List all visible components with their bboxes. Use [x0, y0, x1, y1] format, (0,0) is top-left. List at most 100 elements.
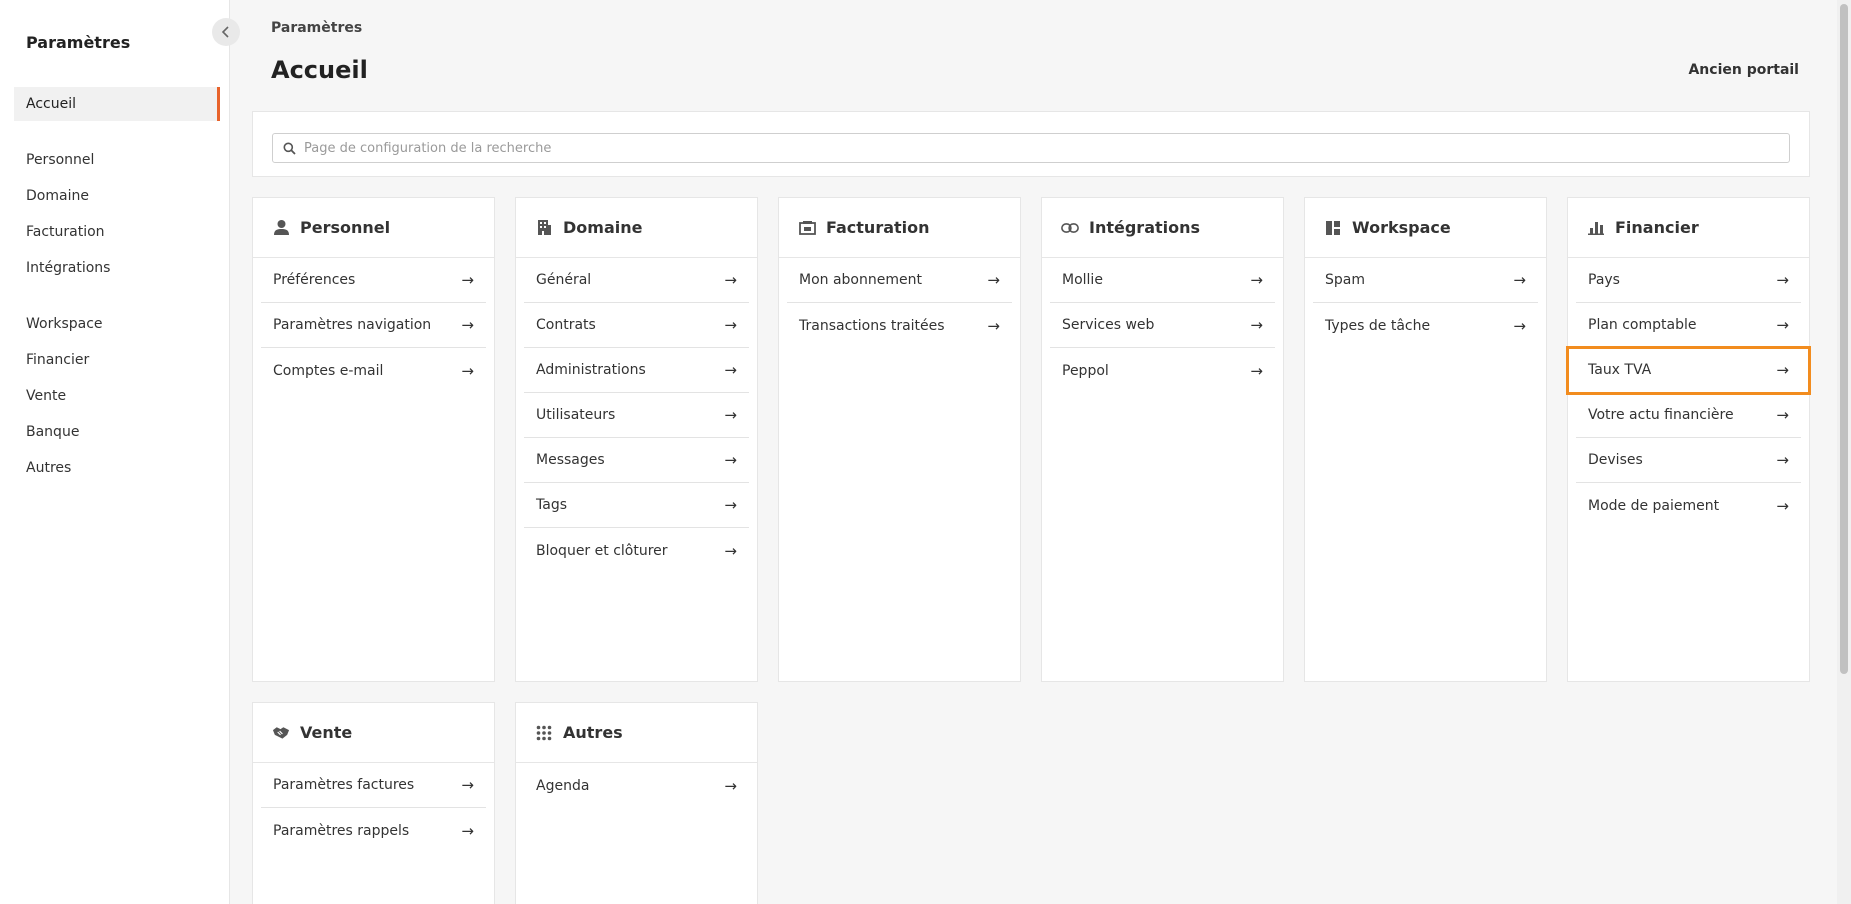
arrow-right-icon: → — [1250, 361, 1263, 380]
card-header: Vente — [253, 703, 494, 763]
list-item[interactable]: Devises → — [1576, 438, 1801, 483]
search-input[interactable] — [304, 140, 1754, 156]
list-item[interactable]: Mon abonnement → — [787, 258, 1012, 303]
card-title: Intégrations — [1089, 218, 1201, 237]
card-autres: Autres Agenda → — [515, 702, 758, 904]
card-header: Intégrations — [1042, 198, 1283, 258]
card-list: Paramètres factures → Paramètres rappels → — [253, 763, 494, 853]
list-item[interactable]: Plan comptable → — [1576, 303, 1801, 348]
handshake-icon — [272, 724, 290, 742]
sidebar-item-integrations[interactable]: Intégrations — [14, 251, 220, 285]
page-title: Accueil — [271, 56, 368, 84]
arrow-right-icon: → — [724, 316, 737, 334]
card-title: Vente — [300, 723, 353, 742]
list-item[interactable]: Services web → — [1050, 303, 1275, 348]
arrow-right-icon: → — [724, 496, 737, 514]
arrow-right-icon: → — [724, 541, 737, 560]
list-item-highlighted[interactable]: Taux TVA → — [1566, 346, 1811, 395]
bar-chart-icon — [1587, 219, 1605, 237]
sidebar-item-facturation[interactable]: Facturation — [14, 215, 220, 249]
list-item[interactable]: Administrations → — [524, 348, 749, 393]
arrow-right-icon: → — [461, 361, 474, 380]
card-list: Général → Contrats → Administrations → Util… — [516, 258, 757, 573]
card-facturation: Facturation Mon abonnement → Transactions… — [778, 197, 1021, 682]
list-item[interactable]: Pays → — [1576, 258, 1801, 303]
scrollbar-track[interactable] — [1837, 0, 1851, 904]
card-list: Pays → Plan comptable → Taux TVA → Votre ac… — [1566, 258, 1811, 528]
list-item[interactable]: Bloquer et clôturer → — [524, 528, 749, 573]
card-list: Spam → Types de tâche → — [1305, 258, 1546, 348]
list-item[interactable]: Mollie → — [1050, 258, 1275, 303]
search-panel — [252, 111, 1810, 177]
arrow-right-icon: → — [987, 316, 1000, 335]
list-item[interactable]: Paramètres factures → — [261, 763, 486, 808]
sidebar-item-accueil[interactable]: Accueil — [14, 87, 220, 121]
sidebar-item-autres[interactable]: Autres — [14, 451, 220, 485]
arrow-right-icon: → — [724, 451, 737, 469]
list-item[interactable]: Général → — [524, 258, 749, 303]
card-title: Domaine — [563, 218, 643, 237]
person-icon — [272, 219, 290, 237]
arrow-right-icon: → — [1513, 316, 1526, 335]
arrow-right-icon: → — [461, 316, 474, 334]
list-item[interactable]: Contrats → — [524, 303, 749, 348]
arrow-right-icon: → — [1250, 316, 1263, 334]
arrow-right-icon: → — [1776, 406, 1789, 424]
card-header: Autres — [516, 703, 757, 763]
arrow-right-icon: → — [1250, 271, 1263, 289]
sidebar-item-workspace[interactable]: Workspace — [14, 307, 220, 341]
card-title: Facturation — [826, 218, 930, 237]
arrow-right-icon: → — [724, 271, 737, 289]
workspace-icon — [1324, 219, 1342, 237]
arrow-right-icon: → — [1513, 271, 1526, 289]
sidebar-item-financier[interactable]: Financier — [14, 343, 220, 377]
arrow-right-icon: → — [1776, 451, 1789, 469]
list-item[interactable]: Messages → — [524, 438, 749, 483]
card-header: Domaine — [516, 198, 757, 258]
scrollbar-thumb[interactable] — [1840, 4, 1848, 674]
link-icon — [1061, 219, 1079, 237]
old-portal-link[interactable]: Ancien portail — [1688, 62, 1799, 78]
list-item[interactable]: Comptes e-mail → — [261, 348, 486, 393]
card-workspace: Workspace Spam → Types de tâche → — [1304, 197, 1547, 682]
sidebar-item-domaine[interactable]: Domaine — [14, 179, 220, 213]
sidebar-item-vente[interactable]: Vente — [14, 379, 220, 413]
card-list: Agenda → — [516, 763, 757, 808]
list-item[interactable]: Paramètres navigation → — [261, 303, 486, 348]
list-item[interactable]: Préférences → — [261, 258, 486, 303]
arrow-right-icon: → — [461, 776, 474, 794]
building-icon — [535, 219, 553, 237]
breadcrumb[interactable]: Paramètres — [271, 20, 362, 36]
sidebar-title: Paramètres — [26, 33, 131, 52]
card-title: Workspace — [1352, 218, 1451, 237]
card-list: Mon abonnement → Transactions traitées → — [779, 258, 1020, 348]
list-item[interactable]: Tags → — [524, 483, 749, 528]
list-item[interactable]: Paramètres rappels → — [261, 808, 486, 853]
search-icon — [283, 142, 296, 155]
card-vente: Vente Paramètres factures → Paramètres ra… — [252, 702, 495, 904]
list-item[interactable]: Agenda → — [524, 763, 749, 808]
arrow-right-icon: → — [724, 361, 737, 379]
arrow-right-icon: → — [724, 406, 737, 424]
sidebar: Paramètres Accueil Personnel Domaine Fac… — [0, 0, 230, 904]
arrow-right-icon: → — [1776, 361, 1789, 379]
list-item[interactable]: Votre actu financière → — [1576, 393, 1801, 438]
arrow-right-icon: → — [461, 271, 474, 289]
card-financier: Financier Pays → Plan comptable → Taux TVA… — [1566, 197, 1811, 682]
card-title: Personnel — [300, 218, 391, 237]
search-box[interactable] — [272, 133, 1790, 163]
sidebar-item-personnel[interactable]: Personnel — [14, 143, 220, 177]
list-item[interactable]: Types de tâche → — [1313, 303, 1538, 348]
sidebar-item-banque[interactable]: Banque — [14, 415, 220, 449]
grid-dots-icon — [535, 724, 553, 742]
chevron-left-icon — [221, 26, 229, 38]
sidebar-collapse-button[interactable] — [212, 18, 240, 46]
list-item[interactable]: Utilisateurs → — [524, 393, 749, 438]
card-personnel: Personnel Préférences → Paramètres naviga… — [252, 197, 495, 682]
card-header: Personnel — [253, 198, 494, 258]
arrow-right-icon: → — [1776, 271, 1789, 289]
list-item[interactable]: Peppol → — [1050, 348, 1275, 393]
list-item[interactable]: Mode de paiement → — [1576, 483, 1801, 528]
list-item[interactable]: Transactions traitées → — [787, 303, 1012, 348]
list-item[interactable]: Spam → — [1313, 258, 1538, 303]
